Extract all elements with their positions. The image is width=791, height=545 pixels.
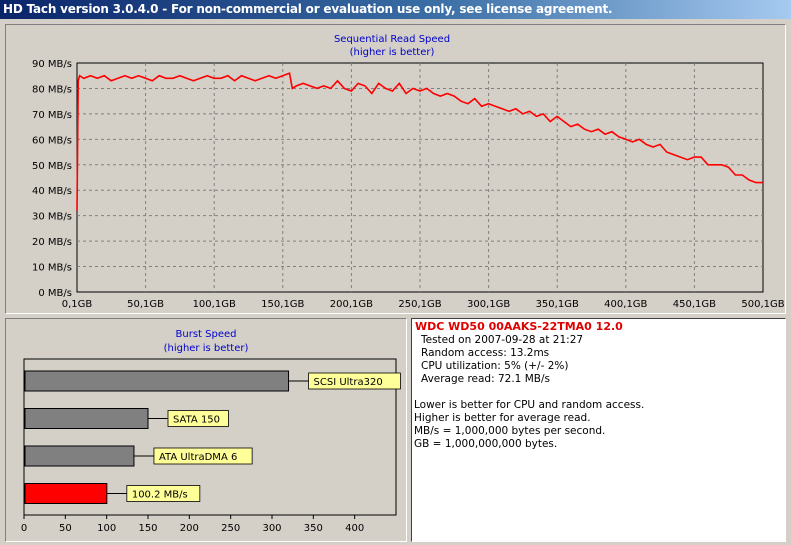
burst-x-tick-label: 350 [304, 523, 323, 534]
burst-bar-label: ATA UltraDMA 6 [159, 452, 237, 463]
seq-x-tick-label: 150,1GB [261, 299, 304, 310]
seq-y-tick-label: 20 MB/s [32, 237, 72, 248]
burst-bar [24, 408, 149, 429]
note-average-read: Higher is better for average read. [414, 412, 591, 424]
burst-bar [24, 370, 290, 392]
seq-x-tick-label: 450,1GB [673, 299, 716, 310]
burst-x-tick-label: 200 [180, 523, 199, 534]
burst-bar [24, 483, 108, 504]
seq-x-tick-label: 300,1GB [467, 299, 510, 310]
seq-x-tick-label: 0,1GB [62, 299, 93, 310]
sequential-read-panel: Sequential Read Speed (higher is better)… [5, 24, 786, 314]
seq-y-tick-label: 40 MB/s [32, 186, 72, 197]
seq-y-tick-label: 50 MB/s [32, 161, 72, 172]
seq-y-tick-label: 70 MB/s [32, 110, 72, 121]
burst-x-tick-label: 300 [262, 523, 281, 534]
random-access: Random access: 13.2ms [421, 347, 550, 359]
burst-x-tick-label: 250 [221, 523, 240, 534]
title-bar: HD Tach version 3.0.4.0 - For non-commer… [0, 0, 791, 19]
note-mbs-def: MB/s = 1,000,000 bytes per second. [414, 425, 606, 437]
burst-x-axis: 0 50 100 150 200 250 300 350 400 [21, 515, 364, 534]
cpu-utilization: CPU utilization: 5% (+/- 2%) [421, 360, 569, 372]
seq-x-tick-label: 50,1GB [127, 299, 164, 310]
seq-chart-title: Sequential Read Speed [334, 34, 450, 45]
burst-bar-label: SATA 150 [173, 415, 220, 426]
burst-x-tick-label: 150 [138, 523, 157, 534]
tested-date: Tested on 2007-09-28 at 21:27 [421, 334, 584, 346]
seq-y-tick-label: 80 MB/s [32, 84, 72, 95]
burst-x-tick-label: 100 [97, 523, 116, 534]
burst-speed-chart: Burst Speed (higher is better) SCSI Ultr… [21, 329, 401, 534]
seq-x-tick-label: 500,1GB [741, 299, 784, 310]
average-read: Average read: 72.1 MB/s [421, 373, 550, 385]
window-title: HD Tach version 3.0.4.0 - For non-commer… [3, 2, 613, 16]
seq-y-tick-label: 60 MB/s [32, 135, 72, 146]
note-cpu-random: Lower is better for CPU and random acces… [414, 399, 645, 411]
burst-x-tick-label: 400 [345, 523, 364, 534]
seq-y-tick-label: 10 MB/s [32, 263, 72, 274]
seq-x-axis: 0,1GB 50,1GB 100,1GB 150,1GB 200,1GB 250,1GB 3… [62, 299, 785, 310]
seq-y-tick-label: 90 MB/s [32, 59, 72, 70]
burst-x-tick-label: 50 [59, 523, 72, 534]
burst-chart-title: Burst Speed [176, 329, 237, 340]
seq-x-tick-label: 400,1GB [604, 299, 647, 310]
burst-bar-label: 100.2 MB/s [132, 490, 188, 501]
burst-speed-panel: Burst Speed (higher is better) SCSI Ultr… [5, 318, 407, 542]
seq-x-tick-label: 350,1GB [536, 299, 579, 310]
burst-chart-subtitle: (higher is better) [164, 343, 249, 354]
burst-bar [24, 445, 135, 467]
seq-x-tick-label: 250,1GB [398, 299, 441, 310]
seq-y-axis: 0 MB/s 10 MB/s 20 MB/s 30 MB/s 40 MB/s 50 MB/… [32, 59, 72, 299]
seq-chart-subtitle: (higher is better) [350, 47, 435, 58]
burst-bar-label: SCSI Ultra320 [314, 377, 383, 388]
note-gb-def: GB = 1,000,000,000 bytes. [414, 438, 558, 450]
seq-y-tick-label: 0 MB/s [38, 288, 72, 299]
seq-x-tick-label: 100,1GB [193, 299, 236, 310]
drive-name: WDC WD50 00AAKS-22TMA0 12.0 [415, 320, 623, 333]
seq-x-tick-label: 200,1GB [330, 299, 373, 310]
seq-y-tick-label: 30 MB/s [32, 212, 72, 223]
sequential-read-chart: Sequential Read Speed (higher is better)… [32, 34, 785, 310]
burst-x-tick-label: 0 [21, 523, 27, 534]
drive-info-panel: WDC WD50 00AAKS-22TMA0 12.0 Tested on 20… [411, 318, 786, 542]
